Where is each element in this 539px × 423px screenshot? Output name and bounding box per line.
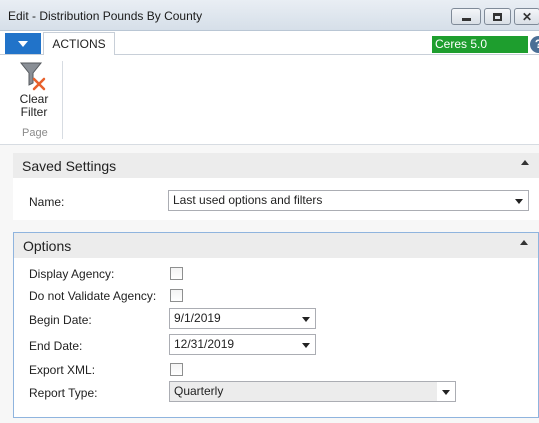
do-not-validate-agency-label: Do not Validate Agency: (29, 289, 157, 303)
report-type-select[interactable]: Quarterly (169, 381, 456, 402)
dropdown-arrow-icon (302, 343, 310, 348)
ribbon-body: Clear Filter Page (0, 55, 539, 145)
app-menu-button[interactable] (5, 33, 41, 54)
export-xml-label: Export XML: (29, 363, 96, 377)
end-date-label: End Date: (29, 339, 83, 353)
environment-badge: Ceres 5.0 Testing (432, 36, 528, 68)
options-header[interactable]: Options (14, 233, 538, 258)
saved-settings-caption: Saved Settings (22, 158, 117, 174)
display-agency-checkbox[interactable] (170, 267, 183, 280)
export-xml-checkbox[interactable] (170, 363, 183, 376)
collapse-chevron-icon (520, 240, 528, 245)
window-title: Edit - Distribution Pounds By County (8, 9, 203, 23)
help-icon[interactable]: ? (530, 36, 539, 53)
dropdown-arrow-icon (515, 199, 523, 204)
dropdown-arrow-icon (302, 317, 310, 322)
report-type-label: Report Type: (29, 386, 98, 400)
display-agency-label: Display Agency: (29, 267, 115, 281)
maximize-icon (493, 12, 502, 21)
end-date-field[interactable]: 12/31/2019 (169, 334, 316, 355)
ribbon-group-divider (62, 61, 63, 139)
minimize-icon (461, 18, 471, 21)
app-menu-icon (18, 40, 28, 47)
name-label: Name: (29, 195, 65, 209)
tab-actions-label: ACTIONS (52, 37, 106, 51)
begin-date-value: 9/1/2019 (174, 311, 221, 325)
report-type-value: Quarterly (174, 384, 224, 398)
ribbon-group-label: Page (22, 127, 48, 139)
begin-date-field[interactable]: 9/1/2019 (169, 308, 316, 329)
collapse-chevron-icon (521, 160, 529, 165)
name-value: Last used options and filters (173, 193, 323, 207)
close-button[interactable]: ✕ (514, 8, 539, 25)
name-select[interactable]: Last used options and filters (168, 190, 529, 211)
saved-settings-section: Saved Settings Name: Last used options a… (13, 153, 539, 220)
request-page-content: Saved Settings Name: Last used options a… (0, 145, 539, 423)
maximize-button[interactable] (484, 8, 511, 25)
dropdown-arrow-icon (442, 390, 450, 395)
clear-filter-label-line2: Filter (20, 105, 48, 119)
ribbon-tab-row: ACTIONS Ceres 5.0 Testing ? (0, 31, 539, 68)
do-not-validate-agency-checkbox[interactable] (170, 289, 183, 302)
clear-filter-button[interactable]: Clear Filter (12, 59, 56, 129)
saved-settings-header[interactable]: Saved Settings (13, 153, 539, 178)
end-date-value: 12/31/2019 (174, 337, 235, 351)
begin-date-label: Begin Date: (29, 313, 92, 327)
options-section: Options Display Agency: Do not Validate … (13, 232, 539, 418)
minimize-button[interactable] (451, 8, 481, 25)
close-icon: ✕ (521, 9, 533, 24)
options-caption: Options (23, 238, 72, 254)
window-titlebar: Edit - Distribution Pounds By County ✕ (0, 0, 539, 31)
clear-filter-icon (19, 62, 46, 91)
tab-actions[interactable]: ACTIONS (43, 32, 115, 56)
